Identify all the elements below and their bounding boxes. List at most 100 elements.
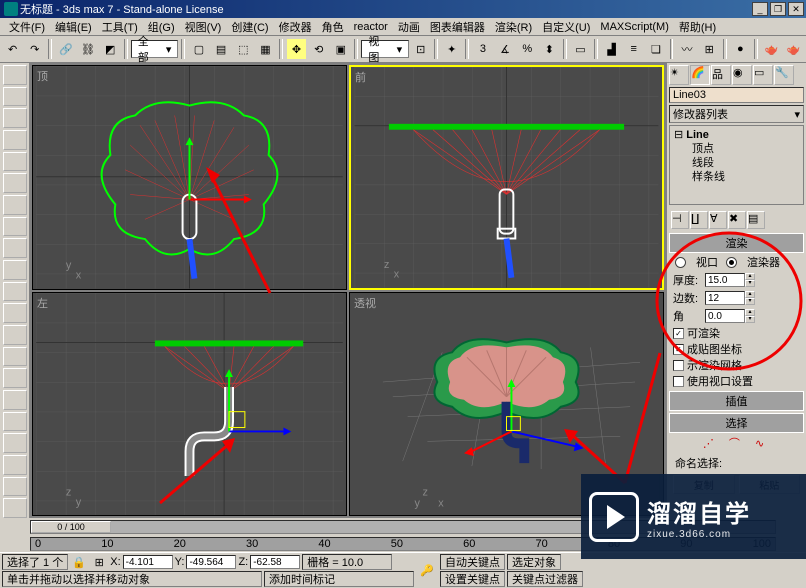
mesh-icon[interactable] xyxy=(3,195,27,215)
restore-button[interactable]: ❐ xyxy=(770,2,786,16)
menu-customize[interactable]: 自定义(U) xyxy=(537,19,595,35)
chk-renderable[interactable]: ✓ xyxy=(673,328,684,339)
tab-modify-icon[interactable]: 🌈 xyxy=(690,65,710,85)
remove-mod-icon[interactable]: ✖ xyxy=(728,211,746,229)
soft-icon[interactable] xyxy=(3,152,27,172)
water-icon[interactable] xyxy=(3,368,27,388)
menu-view[interactable]: 视图(V) xyxy=(180,19,227,35)
chk-usevp[interactable] xyxy=(673,376,684,387)
minimize-button[interactable]: _ xyxy=(752,2,768,16)
sides-up[interactable]: ▴ xyxy=(745,291,755,298)
rope-icon[interactable] xyxy=(3,173,27,193)
tab-hierarchy-icon[interactable]: 品 xyxy=(711,65,731,85)
keyfilter-button[interactable]: 关键点过滤器 xyxy=(507,571,583,587)
tab-motion-icon[interactable]: ◉ xyxy=(732,65,752,85)
schematic-button[interactable]: ⊞ xyxy=(699,38,720,60)
modifier-list-combo[interactable]: 修改器列表▾ xyxy=(669,105,804,123)
wind-icon[interactable] xyxy=(3,303,27,323)
object-name-field[interactable]: Line03 xyxy=(669,87,804,103)
constraint-icon[interactable] xyxy=(3,390,27,410)
angle-up[interactable]: ▴ xyxy=(745,309,755,316)
menu-animation[interactable]: 动画 xyxy=(393,19,425,35)
selection-filter-combo[interactable]: 全部▾ xyxy=(131,40,179,58)
viewport-top[interactable]: 顶 x y xyxy=(32,65,347,290)
move-button[interactable]: ✥ xyxy=(286,38,307,60)
viewport-left[interactable]: 左 yz xyxy=(32,292,347,517)
menu-maxscript[interactable]: MAXScript(M) xyxy=(595,21,673,33)
sel-set-combo[interactable]: 选定对象 xyxy=(507,554,561,570)
align-button[interactable]: ≡ xyxy=(623,38,644,60)
menu-graph[interactable]: 图表编辑器 xyxy=(425,19,490,35)
time-thumb[interactable]: 0 / 100 xyxy=(31,521,111,533)
bind-button[interactable]: ◩ xyxy=(100,38,121,60)
rollout-render[interactable]: 渲染 xyxy=(669,233,804,253)
thickness-down[interactable]: ▾ xyxy=(745,280,755,287)
setkey-button[interactable]: 设置关键点 xyxy=(440,571,505,587)
snap-button[interactable]: 3 xyxy=(472,38,493,60)
tab-display-icon[interactable]: ▭ xyxy=(753,65,773,85)
plane-icon[interactable] xyxy=(3,217,27,237)
lock-icon[interactable]: 🔒 xyxy=(70,554,88,570)
menu-character[interactable]: 角色 xyxy=(317,19,349,35)
z-field[interactable] xyxy=(250,555,300,569)
spinner-snap-button[interactable]: ⬍ xyxy=(539,38,560,60)
rotate-button[interactable]: ⟲ xyxy=(308,38,329,60)
unlink-button[interactable]: ⛓ xyxy=(77,38,98,60)
named-sel-button[interactable]: ▭ xyxy=(570,38,591,60)
curve-editor-button[interactable]: 〰 xyxy=(676,38,697,60)
radio-renderer[interactable] xyxy=(726,257,737,268)
subobject-icons[interactable]: ⋰ ⌒ ∿ xyxy=(669,433,804,453)
dashpot-icon[interactable] xyxy=(3,260,27,280)
spring-icon[interactable] xyxy=(3,238,27,258)
link-button[interactable]: 🔗 xyxy=(55,38,76,60)
select-manip-button[interactable]: ✦ xyxy=(441,38,462,60)
angle-field[interactable] xyxy=(705,309,745,323)
chk-dispmesh[interactable] xyxy=(673,360,684,371)
angle-down[interactable]: ▾ xyxy=(745,316,755,323)
viewport-front[interactable]: 前 xz xyxy=(349,65,664,290)
ragdoll-icon[interactable] xyxy=(3,412,27,432)
key-mode-icon[interactable]: 🔑 xyxy=(416,556,438,586)
motor-icon[interactable] xyxy=(3,282,27,302)
prismatic-icon[interactable] xyxy=(3,477,27,497)
thickness-up[interactable]: ▴ xyxy=(745,273,755,280)
pin-stack-icon[interactable]: ⊣ xyxy=(671,211,689,229)
quick-render-button[interactable]: 🫖 xyxy=(783,38,804,60)
configure-icon[interactable]: ▤ xyxy=(747,211,765,229)
make-unique-icon[interactable]: ∀ xyxy=(709,211,727,229)
rollout-interp[interactable]: 插值 xyxy=(669,391,804,411)
redo-button[interactable]: ↷ xyxy=(24,38,45,60)
pivot-button[interactable]: ⊡ xyxy=(410,38,431,60)
show-result-icon[interactable]: ∐ xyxy=(690,211,708,229)
percent-snap-button[interactable]: % xyxy=(517,38,538,60)
time-tag[interactable]: 添加时间标记 xyxy=(264,571,414,587)
point-icon[interactable] xyxy=(3,455,27,475)
tab-utilities-icon[interactable]: 🔧 xyxy=(774,65,794,85)
reactor-icon[interactable] xyxy=(3,87,27,107)
close-button[interactable]: ✕ xyxy=(788,2,804,16)
render-scene-button[interactable]: 🫖 xyxy=(761,38,782,60)
abs-mode-icon[interactable]: ⊞ xyxy=(90,554,108,570)
preview-icon[interactable] xyxy=(3,498,27,518)
sides-field[interactable] xyxy=(705,291,745,305)
material-button[interactable]: ● xyxy=(730,38,751,60)
menu-file[interactable]: 文件(F) xyxy=(4,19,50,35)
autokey-button[interactable]: 自动关键点 xyxy=(440,554,505,570)
y-field[interactable] xyxy=(186,555,236,569)
undo-button[interactable]: ↶ xyxy=(2,38,23,60)
menu-edit[interactable]: 编辑(E) xyxy=(50,19,97,35)
rollout-selection[interactable]: 选择 xyxy=(669,413,804,433)
menu-reactor[interactable]: reactor xyxy=(349,21,393,33)
angle-snap-button[interactable]: ∡ xyxy=(494,38,515,60)
scale-button[interactable]: ▣ xyxy=(330,38,351,60)
hinge-icon[interactable] xyxy=(3,433,27,453)
cloth-icon[interactable] xyxy=(3,130,27,150)
select-button[interactable]: ▢ xyxy=(188,38,209,60)
select-name-button[interactable]: ▤ xyxy=(211,38,232,60)
toy-icon[interactable] xyxy=(3,325,27,345)
window-crossing-button[interactable]: ▦ xyxy=(255,38,276,60)
layers-button[interactable]: ❏ xyxy=(645,38,666,60)
x-field[interactable] xyxy=(123,555,173,569)
thickness-field[interactable] xyxy=(705,273,745,287)
mirror-button[interactable]: ▟ xyxy=(601,38,622,60)
